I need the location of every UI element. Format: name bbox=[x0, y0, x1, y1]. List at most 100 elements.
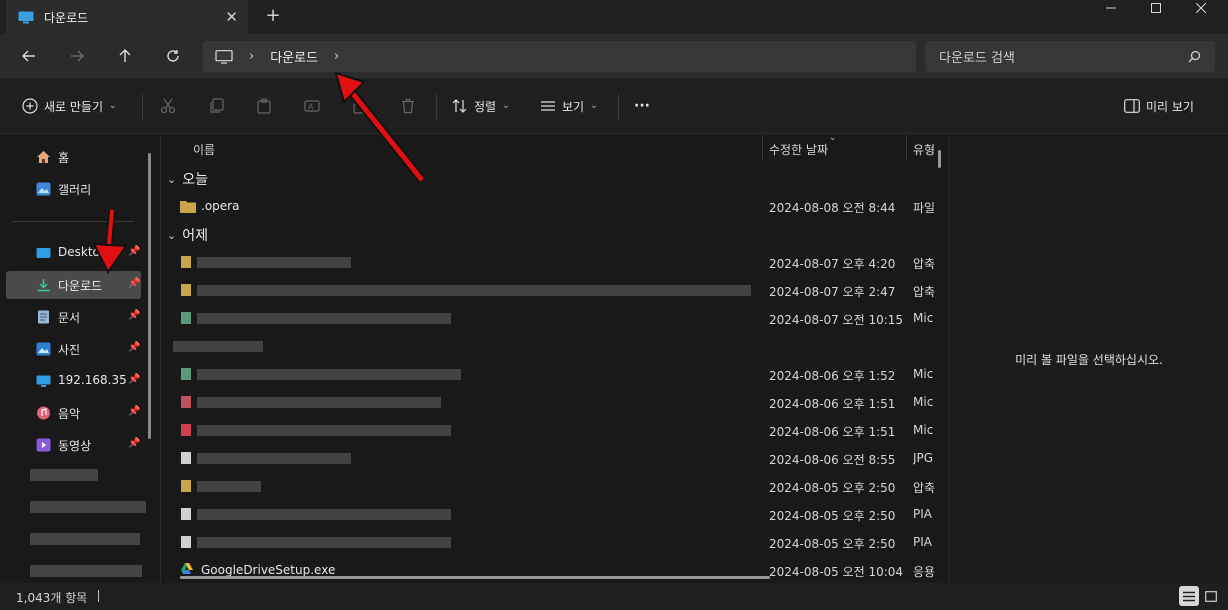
tab-downloads[interactable]: 다운로드 ✕ bbox=[6, 0, 248, 34]
close-window-icon[interactable] bbox=[1178, 0, 1224, 16]
redacted-file-name bbox=[197, 509, 451, 520]
new-button[interactable]: 새로 만들기 ⌄ bbox=[22, 94, 117, 118]
sidebar-item-music[interactable]: 음악 📌 bbox=[6, 399, 141, 427]
title-bar: 다운로드 ✕ + bbox=[0, 0, 1228, 34]
breadcrumb-chevron-icon[interactable]: › bbox=[334, 49, 339, 64]
tiles-view-button[interactable] bbox=[1201, 586, 1221, 606]
redacted-item bbox=[30, 533, 140, 545]
file-date: 2024-08-05 오전 10:04 bbox=[769, 565, 904, 579]
rename-icon[interactable]: A bbox=[302, 96, 322, 116]
table-row[interactable]: 2024-08-05 오후 2:50 PIA bbox=[161, 501, 948, 527]
delete-icon[interactable] bbox=[398, 96, 418, 116]
forward-button[interactable] bbox=[64, 44, 90, 68]
group-header-yesterday[interactable]: ⌄ 어제 bbox=[167, 225, 208, 245]
breadcrumb-downloads[interactable]: 다운로드 bbox=[270, 47, 318, 66]
back-button[interactable] bbox=[16, 44, 42, 68]
sidebar-scrollbar[interactable] bbox=[148, 153, 151, 439]
desktop-icon bbox=[36, 248, 51, 258]
videos-icon bbox=[36, 438, 51, 452]
arrow-left-icon bbox=[22, 50, 35, 62]
more-options-button[interactable]: ··· bbox=[634, 94, 650, 118]
minimize-icon[interactable] bbox=[1088, 0, 1134, 16]
sidebar-item-gallery[interactable]: 갤러리 bbox=[6, 175, 141, 203]
table-row[interactable]: GoogleDriveSetup.exe 2024-08-05 오전 10:04… bbox=[161, 557, 948, 583]
pictures-icon bbox=[36, 342, 51, 356]
table-row[interactable] bbox=[161, 333, 948, 359]
navigation-bar: › 다운로드 › 다운로드 검색 bbox=[0, 34, 1228, 78]
sidebar-item-network-drive[interactable]: 192.168.35.2 📌 bbox=[6, 367, 141, 395]
column-header-name[interactable]: 이름 bbox=[193, 141, 215, 158]
table-row[interactable]: 2024-08-07 오후 2:47 압축 bbox=[161, 277, 948, 303]
divider bbox=[618, 94, 619, 120]
share-icon[interactable] bbox=[350, 96, 370, 116]
copy-icon[interactable] bbox=[206, 96, 226, 116]
table-row[interactable]: 2024-08-05 오후 2:50 PIA bbox=[161, 529, 948, 555]
sidebar-item-desktop[interactable]: Desktop 📌 bbox=[6, 239, 141, 267]
file-icon bbox=[181, 368, 191, 380]
column-separator[interactable] bbox=[906, 135, 907, 161]
group-label: 오늘 bbox=[182, 172, 208, 188]
horizontal-scrollbar[interactable] bbox=[180, 576, 770, 579]
view-button-label: 보기 bbox=[562, 99, 585, 114]
vertical-scrollbar[interactable] bbox=[938, 150, 941, 168]
table-row[interactable]: 2024-08-05 오후 2:50 압축 bbox=[161, 473, 948, 499]
preview-pane-icon bbox=[1124, 99, 1140, 113]
file-type: 압축 bbox=[913, 481, 935, 495]
chevron-down-icon: ⌄ bbox=[109, 101, 117, 111]
file-icon bbox=[181, 396, 191, 408]
file-icon bbox=[181, 480, 191, 492]
column-header-modified[interactable]: 수정한 날짜 bbox=[769, 141, 828, 158]
search-icon bbox=[1188, 50, 1201, 63]
this-pc-icon[interactable] bbox=[215, 49, 233, 64]
preview-pane-button[interactable]: 미리 보기 bbox=[1124, 94, 1194, 118]
breadcrumb-chevron-icon[interactable]: › bbox=[249, 49, 254, 64]
pin-icon[interactable]: 📌 bbox=[128, 374, 140, 385]
redacted-item bbox=[30, 565, 142, 577]
table-row[interactable]: .opera 2024-08-08 오전 8:44 파일 bbox=[161, 193, 948, 219]
column-separator[interactable] bbox=[762, 135, 763, 161]
table-row[interactable]: 2024-08-07 오전 10:15 Mic bbox=[161, 305, 948, 331]
refresh-button[interactable] bbox=[160, 44, 186, 68]
download-icon bbox=[37, 279, 50, 292]
table-row[interactable]: 2024-08-06 오전 8:55 JPG bbox=[161, 445, 948, 471]
pin-icon[interactable]: 📌 bbox=[128, 406, 140, 417]
up-button[interactable] bbox=[112, 44, 138, 68]
redacted-file-name bbox=[197, 425, 451, 436]
view-button[interactable]: 보기 ⌄ bbox=[540, 94, 598, 118]
sidebar-item-documents[interactable]: 문서 📌 bbox=[6, 303, 141, 331]
sidebar-item-downloads[interactable]: 다운로드 📌 bbox=[6, 271, 141, 299]
address-bar[interactable]: › 다운로드 › bbox=[203, 41, 916, 72]
sidebar-item-pictures[interactable]: 사진 📌 bbox=[6, 335, 141, 363]
sort-icon bbox=[452, 99, 467, 113]
table-row[interactable]: 2024-08-06 오후 1:51 Mic bbox=[161, 389, 948, 415]
pin-icon[interactable]: 📌 bbox=[128, 246, 140, 257]
table-row[interactable]: 2024-08-06 오후 1:52 Mic bbox=[161, 361, 948, 387]
pin-icon[interactable]: 📌 bbox=[128, 438, 140, 449]
refresh-icon bbox=[167, 50, 179, 62]
file-date: 2024-08-06 오후 1:51 bbox=[769, 425, 896, 439]
paste-icon[interactable] bbox=[254, 96, 274, 116]
sidebar-item-videos[interactable]: 동영상 📌 bbox=[6, 431, 141, 459]
pin-icon[interactable]: 📌 bbox=[128, 342, 140, 353]
close-tab-icon[interactable]: ✕ bbox=[225, 8, 238, 26]
new-tab-button[interactable]: + bbox=[262, 6, 284, 28]
google-drive-icon bbox=[181, 563, 193, 574]
file-type: 응용 bbox=[913, 565, 935, 579]
pin-icon[interactable]: 📌 bbox=[128, 310, 140, 321]
arrow-up-icon bbox=[119, 49, 131, 62]
details-view-button[interactable] bbox=[1179, 586, 1199, 606]
file-date: 2024-08-06 오전 8:55 bbox=[769, 453, 896, 467]
pin-icon[interactable]: 📌 bbox=[128, 278, 140, 289]
sidebar-item-home[interactable]: 홈 bbox=[6, 143, 141, 171]
maximize-icon[interactable] bbox=[1133, 0, 1179, 16]
table-row[interactable]: 2024-08-06 오후 1:51 Mic bbox=[161, 417, 948, 443]
divider bbox=[436, 94, 437, 120]
svg-text:A: A bbox=[308, 103, 314, 112]
group-header-today[interactable]: ⌄ 오늘 bbox=[167, 169, 208, 189]
table-row[interactable]: 2024-08-07 오후 4:20 압축 bbox=[161, 249, 948, 275]
column-header-type[interactable]: 유형 bbox=[913, 141, 935, 158]
file-date: 2024-08-07 오후 4:20 bbox=[769, 257, 896, 271]
cut-icon[interactable] bbox=[158, 96, 178, 116]
search-input[interactable]: 다운로드 검색 bbox=[925, 41, 1215, 72]
sort-button[interactable]: 정렬 ⌄ bbox=[452, 94, 510, 118]
